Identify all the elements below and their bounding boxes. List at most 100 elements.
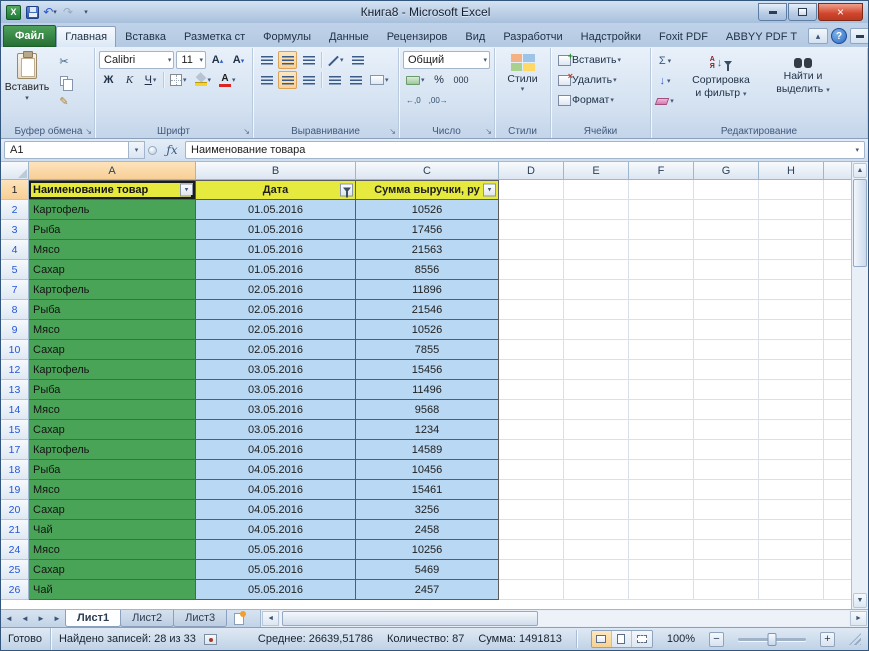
column-header[interactable]: B: [196, 162, 356, 180]
minimize-ribbon-button[interactable]: ▴: [808, 28, 829, 44]
cell-sum[interactable]: 7855: [356, 340, 499, 360]
cell-sum[interactable]: 21563: [356, 240, 499, 260]
ribbon-tab[interactable]: Разметка ст: [175, 26, 254, 47]
cell-date[interactable]: 05.05.2016: [196, 560, 356, 580]
horizontal-scroll-thumb[interactable]: [282, 611, 539, 626]
cell-empty[interactable]: [629, 560, 694, 580]
cell-empty[interactable]: [629, 280, 694, 300]
copy-button[interactable]: [52, 72, 76, 91]
cell-product[interactable]: Мясо: [29, 540, 196, 560]
cell-sum[interactable]: 11896: [356, 280, 499, 300]
zoom-slider[interactable]: [738, 632, 806, 646]
row-number[interactable]: 14: [1, 400, 29, 420]
cell-C1[interactable]: Сумма выручки, ру ▾: [356, 180, 499, 200]
cell-empty[interactable]: [499, 480, 564, 500]
cell-date[interactable]: 03.05.2016: [196, 400, 356, 420]
cell-empty[interactable]: [694, 180, 759, 200]
cell-sum[interactable]: 2457: [356, 580, 499, 600]
cut-button[interactable]: ✂: [52, 52, 76, 70]
cell-empty[interactable]: [694, 260, 759, 280]
row-number[interactable]: 20: [1, 500, 29, 520]
cell-A1-selected[interactable]: Наименование товар ▾: [29, 180, 196, 200]
cell-sum[interactable]: 2458: [356, 520, 499, 540]
cell-empty[interactable]: [694, 520, 759, 540]
cell-empty[interactable]: [694, 300, 759, 320]
cell-sum[interactable]: 5469: [356, 560, 499, 580]
workbook-minimize-button[interactable]: [850, 28, 868, 44]
cell-empty[interactable]: [759, 240, 824, 260]
cell-empty[interactable]: [824, 480, 851, 500]
zoom-slider-thumb[interactable]: [767, 632, 777, 646]
cell-product[interactable]: Чай: [29, 580, 196, 600]
cell-date[interactable]: 04.05.2016: [196, 440, 356, 460]
formula-input[interactable]: Наименование товара ▾: [185, 141, 865, 159]
resize-grip[interactable]: [849, 633, 861, 645]
ribbon-tab[interactable]: ABBYY PDF T: [717, 26, 806, 47]
row-number[interactable]: 5: [1, 260, 29, 280]
cell-empty[interactable]: [629, 220, 694, 240]
cell-empty[interactable]: [629, 580, 694, 600]
qat-customize-button[interactable]: ▾: [79, 4, 93, 20]
cell-product[interactable]: Мясо: [29, 400, 196, 420]
cell-empty[interactable]: [499, 220, 564, 240]
cell-empty[interactable]: [564, 260, 629, 280]
cell-empty[interactable]: [564, 580, 629, 600]
cell-empty[interactable]: [759, 520, 824, 540]
align-right-button[interactable]: [299, 71, 318, 89]
insert-worksheet-button[interactable]: [226, 610, 252, 627]
cell-product[interactable]: Рыба: [29, 300, 196, 320]
cell-sum[interactable]: 21546: [356, 300, 499, 320]
cell-empty[interactable]: [759, 380, 824, 400]
cell-product[interactable]: Сахар: [29, 260, 196, 280]
cell-empty[interactable]: [629, 480, 694, 500]
sheet-tab[interactable]: Лист3: [173, 610, 228, 627]
cell-date[interactable]: 02.05.2016: [196, 300, 356, 320]
clear-button[interactable]: ▾: [653, 92, 677, 110]
cell-sum[interactable]: 11496: [356, 380, 499, 400]
decrease-decimal-button[interactable]: ,00→: [426, 91, 451, 109]
cell-empty[interactable]: [629, 260, 694, 280]
row-number[interactable]: 25: [1, 560, 29, 580]
row-number[interactable]: 13: [1, 380, 29, 400]
restore-button[interactable]: [788, 3, 817, 21]
format-painter-button[interactable]: ✎: [52, 92, 76, 110]
undo-button[interactable]: ↶ ▾: [43, 4, 57, 20]
cell-sum[interactable]: 9568: [356, 400, 499, 420]
save-button[interactable]: [25, 4, 39, 20]
cell-empty[interactable]: [499, 500, 564, 520]
cell-sum[interactable]: 10526: [356, 200, 499, 220]
cell-sum[interactable]: 15456: [356, 360, 499, 380]
column-header[interactable]: C: [356, 162, 499, 180]
cell-empty[interactable]: [694, 560, 759, 580]
font-size-select[interactable]: 11 ▾: [176, 51, 206, 69]
cell-empty[interactable]: [499, 400, 564, 420]
sheet-tab[interactable]: Лист1: [65, 610, 122, 627]
cell-sum[interactable]: 14589: [356, 440, 499, 460]
vertical-scroll-thumb[interactable]: [853, 179, 867, 267]
cell-empty[interactable]: [629, 320, 694, 340]
increase-decimal-button[interactable]: ←,0: [403, 91, 424, 109]
row-number[interactable]: 21: [1, 520, 29, 540]
row-number[interactable]: 18: [1, 460, 29, 480]
cell-product[interactable]: Картофель: [29, 440, 196, 460]
cell-empty[interactable]: [629, 360, 694, 380]
cell-empty[interactable]: [759, 580, 824, 600]
cell-empty[interactable]: [564, 440, 629, 460]
scroll-left-button[interactable]: ◄: [262, 611, 280, 626]
zoom-in-button[interactable]: +: [820, 631, 835, 647]
underline-button[interactable]: Ч ▾: [141, 71, 160, 89]
merge-center-button[interactable]: ▾: [367, 71, 392, 89]
cell-empty[interactable]: [824, 520, 851, 540]
cell-empty[interactable]: [824, 540, 851, 560]
formula-bar-splitter[interactable]: [145, 141, 159, 159]
cell-empty[interactable]: [499, 580, 564, 600]
percent-style-button[interactable]: %: [430, 71, 449, 89]
cell-product[interactable]: Рыба: [29, 220, 196, 240]
cell-empty[interactable]: [824, 220, 851, 240]
ribbon-tab[interactable]: Рецензиров: [378, 26, 457, 47]
cell-empty[interactable]: [759, 460, 824, 480]
cell-empty[interactable]: [694, 540, 759, 560]
sheet-tab[interactable]: Лист2: [120, 610, 175, 627]
dialog-launcher-icon[interactable]: ↘: [485, 128, 492, 136]
cell-empty[interactable]: [564, 460, 629, 480]
